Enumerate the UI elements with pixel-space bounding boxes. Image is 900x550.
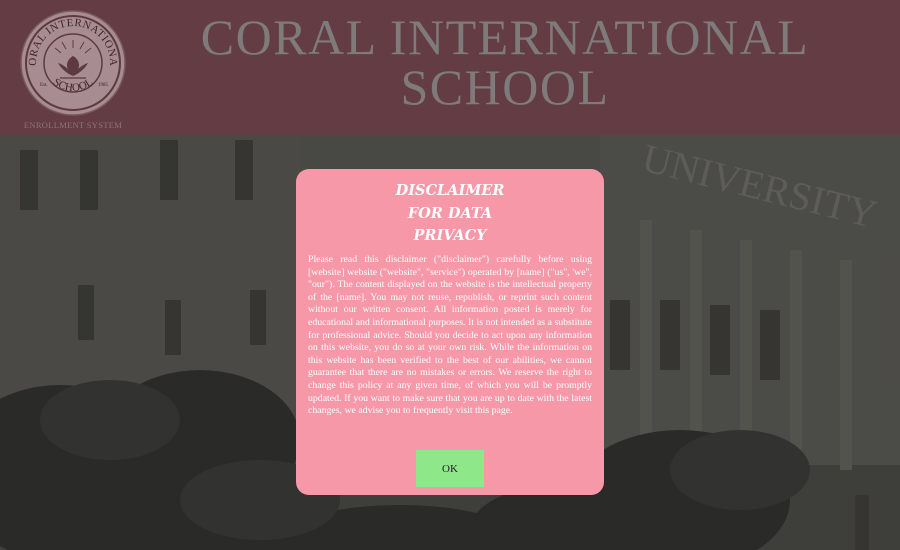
school-logo: CORAL INTERNATIONAL SCHOOL Est. 1985 <box>14 0 128 118</box>
site-header: CORAL INTERNATIONAL SCHOOL Est. 1985 ENR… <box>0 0 900 135</box>
modal-title: DISCLAIMER FOR DATA PRIVACY <box>296 180 604 248</box>
page-title: CORAL INTERNATIONAL SCHOOL <box>150 12 860 112</box>
title-line-2: SCHOOL <box>400 59 610 115</box>
disclaimer-text: Please read this disclaimer ("disclaimer… <box>308 254 592 417</box>
ok-button[interactable]: OK <box>416 450 484 487</box>
modal-title-line: FOR DATA <box>407 204 493 222</box>
logo-left-small: Est. <box>40 83 48 88</box>
logo-right-small: 1985 <box>98 83 109 88</box>
logo-caption: ENROLLMENT SYSTEM <box>23 120 123 130</box>
title-line-1: CORAL INTERNATIONAL <box>200 9 810 65</box>
disclaimer-modal: DISCLAIMER FOR DATA PRIVACY Please read … <box>296 169 604 495</box>
modal-title-line: DISCLAIMER <box>395 182 505 199</box>
modal-title-line: PRIVACY <box>413 227 487 244</box>
